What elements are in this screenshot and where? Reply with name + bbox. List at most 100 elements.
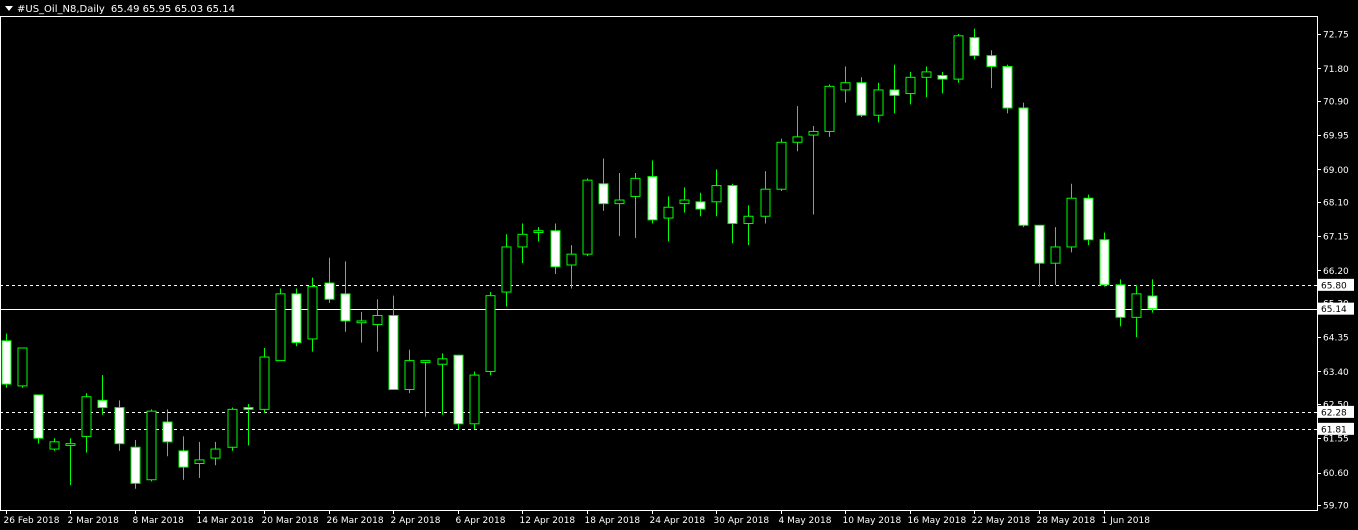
x-tick-label: 20 Mar 2018 [262, 516, 319, 526]
candle-body [1002, 65, 1013, 109]
candle-body [1083, 197, 1094, 241]
candle-body [324, 282, 335, 300]
x-tick-label: 30 Apr 2018 [714, 516, 770, 526]
candle-body [630, 177, 641, 197]
candle-body [162, 421, 173, 443]
candle-body [695, 201, 706, 210]
candle-body [679, 199, 690, 205]
candle-body [873, 89, 884, 116]
candle-body [986, 55, 997, 67]
candle-body [291, 293, 302, 344]
y-tick-label: 69.95 [1323, 132, 1349, 142]
candle-body [1034, 224, 1045, 264]
x-tick-label: 2 Apr 2018 [391, 516, 441, 526]
y-tick-label: 66.20 [1323, 267, 1349, 277]
candle-body [194, 459, 205, 464]
candle-body [17, 347, 28, 387]
candlestick-chart[interactable]: 72.75 71.80 70.90 69.95 69.00 68.10 67.15 66.20… [0, 0, 1358, 530]
y-tick-label: 71.80 [1323, 65, 1349, 75]
candle-body [663, 206, 674, 219]
candle-body [566, 253, 577, 266]
candle-body [243, 407, 254, 410]
x-tick-label: 22 May 2018 [972, 516, 1031, 526]
candle-body [743, 215, 754, 224]
x-tick-label: 24 Apr 2018 [650, 516, 706, 526]
price-tag-label: 65.14 [1321, 305, 1347, 315]
x-tick-label: 1 Jun 2018 [1102, 516, 1151, 526]
candle-body [1, 340, 12, 385]
x-tick-label: 26 Mar 2018 [327, 516, 384, 526]
x-tick-label: 16 May 2018 [908, 516, 967, 526]
candle-body [824, 85, 835, 132]
candle-body [1050, 246, 1061, 264]
x-tick-label: 6 Apr 2018 [456, 516, 506, 526]
candle-body [921, 71, 932, 78]
x-tick-label: 12 Apr 2018 [520, 516, 576, 526]
candle-body [969, 37, 980, 57]
x-tick-label: 14 Mar 2018 [197, 516, 254, 526]
candle-body [792, 136, 803, 143]
candle-body [33, 394, 44, 439]
x-tick-label: 2 Mar 2018 [68, 516, 120, 526]
candle-body [146, 410, 157, 481]
candle-body [889, 89, 900, 96]
candle-body [307, 286, 318, 340]
candle-body [453, 354, 464, 425]
candle-body [727, 185, 738, 224]
candle-body [937, 75, 948, 80]
price-tag-label: 61.81 [1321, 425, 1347, 435]
y-tick-label: 63.40 [1323, 368, 1349, 378]
candle-body [598, 183, 609, 205]
y-tick-label: 64.35 [1323, 334, 1349, 344]
candle-body [1115, 284, 1126, 318]
candle-body [49, 441, 60, 450]
plot-frame [0, 16, 1318, 511]
candle-body [65, 443, 76, 446]
candle-body [647, 176, 658, 221]
candle-body [856, 82, 867, 116]
candle-body [905, 76, 916, 95]
candle-body [485, 295, 496, 372]
candle-body [840, 82, 851, 91]
candle-body [114, 407, 125, 445]
x-tick-label: 4 May 2018 [779, 516, 832, 526]
candle-body [582, 179, 593, 255]
candle-body [517, 233, 528, 248]
x-tick-label: 26 Feb 2018 [4, 516, 60, 526]
candle-body [1066, 197, 1077, 248]
candle-body [614, 199, 625, 205]
candle-body [340, 293, 351, 322]
candle-body [97, 399, 108, 409]
candle-body [178, 450, 189, 468]
y-tick-label: 68.10 [1323, 198, 1349, 208]
candle-body [501, 246, 512, 293]
candle-body [1099, 239, 1110, 286]
x-tick-label: 10 May 2018 [843, 516, 902, 526]
candle-body [550, 230, 561, 268]
candle-body [275, 293, 286, 362]
candle-body [1131, 293, 1142, 318]
x-tick-label: 8 Mar 2018 [133, 516, 185, 526]
y-tick-label: 67.15 [1323, 233, 1349, 243]
candle-body [1018, 107, 1029, 226]
candle-body [81, 396, 92, 437]
candle-body [210, 448, 221, 459]
candle-body [437, 358, 448, 365]
y-tick-label: 72.75 [1323, 31, 1349, 41]
candle-body [533, 230, 544, 234]
price-tag-label: 62.28 [1321, 408, 1347, 418]
x-tick-label: 28 May 2018 [1037, 516, 1096, 526]
candle-body [227, 408, 238, 448]
candle-body [469, 374, 480, 425]
x-tick-label: 18 Apr 2018 [585, 516, 641, 526]
y-tick-label: 70.90 [1323, 97, 1349, 107]
candle-body [776, 141, 787, 190]
y-tick-label: 60.60 [1323, 469, 1349, 479]
candle-body [953, 35, 964, 80]
candle-body [372, 315, 383, 326]
y-tick-label: 61.55 [1323, 435, 1349, 445]
candle-body [130, 446, 141, 484]
candle-body [760, 188, 771, 217]
candle-body [808, 130, 819, 136]
y-tick-label: 59.70 [1323, 502, 1349, 512]
